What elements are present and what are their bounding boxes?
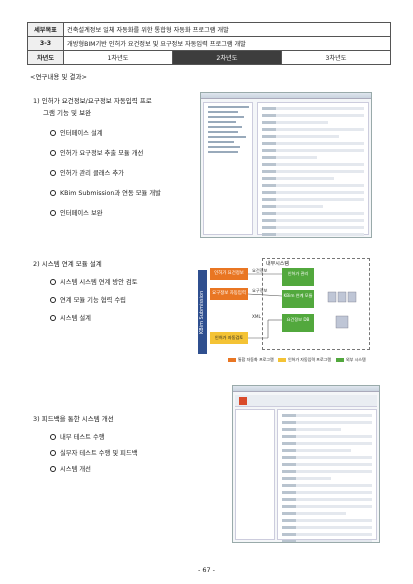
legend-text: 통합 자동화 프로그램: [238, 357, 274, 362]
circle-bullet-icon: [50, 296, 56, 303]
year-3: 3차년도: [280, 50, 392, 65]
bullet-text: 연계 모듈 기능 협력 수립: [60, 297, 126, 304]
year-1: 1차년도: [63, 50, 173, 65]
item-1-title-line2: 그램 기능 및 보완: [43, 109, 92, 117]
task-number: 3-3: [27, 36, 64, 51]
app-logo-icon: [239, 397, 247, 405]
system-diagram: KBim Submission 내부시스템 인허가 요건정보 요구정보 자동입력…: [198, 256, 372, 366]
program-screenshot-1: [200, 92, 372, 238]
page-number: - 67 -: [197, 566, 216, 574]
item-3-title: 3) 피드백을 통한 시스템 개선: [33, 415, 114, 423]
item-1-title-line1: 1) 인허가 요건정보/요구정보 자동입력 프로: [33, 97, 152, 105]
bullet-text: 인허가 요구정보 추출 모듈 개선: [60, 150, 144, 157]
property-panel: [257, 102, 369, 236]
bullet-text: 내부 테스트 수행: [60, 434, 105, 441]
legend-swatch: [336, 358, 344, 362]
goal-label: 세부목표: [27, 22, 64, 37]
item-3-bullet-1: 내부 테스트 수행: [50, 432, 105, 441]
content-panel: [277, 409, 377, 542]
item-3-bullet-3: 시스템 개선: [50, 464, 91, 473]
side-panel: [235, 409, 275, 540]
item-2-bullet-2: 연계 모듈 기능 협력 수립: [50, 295, 126, 304]
legend-3: 외부 시스템: [336, 357, 366, 363]
item-1-title: 1) 인허가 요건정보/요구정보 자동입력 프로 그램 기능 및 보완: [33, 95, 152, 119]
legend-1: 통합 자동화 프로그램: [228, 357, 274, 363]
header-table: 세부목표 건축설계정보 일체 자동화를 위한 통합형 자동화 프로그램 개발 3…: [27, 22, 392, 65]
circle-bullet-icon: [50, 314, 56, 321]
program-screenshot-2: [232, 385, 380, 543]
legend-text: 인허가 자동입력 프로그램: [288, 357, 332, 362]
item-3-bullet-2: 실무자 테스트 수행 및 피드백: [50, 448, 138, 457]
bullet-text: 인터페이스 보완: [60, 210, 103, 217]
task-title: 개방형BIM기반 인허가 요건정보 및 요구정보 자동입력 프로그램 개발: [63, 36, 391, 51]
window-titlebar: [201, 93, 371, 99]
goal-value: 건축설계정보 일체 자동화를 위한 통합형 자동화 프로그램 개발: [63, 22, 391, 37]
bullet-text: 시스템 시스템 연계 방안 검토: [60, 279, 138, 286]
circle-bullet-icon: [50, 449, 56, 456]
circle-bullet-icon: [50, 149, 56, 156]
circle-bullet-icon: [50, 433, 56, 440]
item-2-bullet-3: 시스템 설계: [50, 313, 91, 322]
legend-swatch: [228, 358, 236, 362]
year-2-active: 2차년도: [171, 50, 282, 65]
ribbon-toolbar: [235, 395, 377, 407]
window-titlebar: [233, 386, 379, 392]
item-1-bullet-4: KBim Submission과 연동 모듈 개발: [50, 188, 161, 197]
circle-bullet-icon: [50, 129, 56, 136]
item-2-bullet-1: 시스템 시스템 연계 방안 검토: [50, 277, 138, 286]
year-label: 차년도: [27, 50, 64, 65]
item-1-bullet-2: 인허가 요구정보 추출 모듈 개선: [50, 148, 143, 157]
bullet-text: 시스템 개선: [60, 466, 91, 473]
diagram-connectors: [247, 273, 357, 339]
item-2-title: 2) 시스템 연계 모듈 설계: [33, 260, 102, 268]
circle-bullet-icon: [50, 465, 56, 472]
legend-swatch: [278, 358, 286, 362]
bullet-text: 시스템 설계: [60, 315, 91, 322]
circle-bullet-icon: [50, 278, 56, 285]
legend-2: 인허가 자동입력 프로그램: [278, 357, 331, 363]
circle-bullet-icon: [50, 169, 56, 176]
item-1-bullet-3: 인허가 관리 클래스 추가: [50, 168, 124, 177]
tree-panel: [203, 102, 253, 235]
item-1-bullet-5: 인터페이스 보완: [50, 208, 103, 217]
bullet-text: KBim Submission과 연동 모듈 개발: [60, 190, 161, 197]
circle-bullet-icon: [50, 209, 56, 216]
bullet-text: 실무자 테스트 수행 및 피드백: [60, 450, 138, 457]
bullet-text: 인허가 관리 클래스 추가: [60, 170, 124, 177]
legend-text: 외부 시스템: [346, 357, 366, 362]
item-1-bullet-1: 인터페이스 설계: [50, 128, 103, 137]
circle-bullet-icon: [50, 189, 56, 196]
section-title: <연구내용 및 결과>: [30, 73, 87, 81]
bullet-text: 인터페이스 설계: [60, 130, 103, 137]
